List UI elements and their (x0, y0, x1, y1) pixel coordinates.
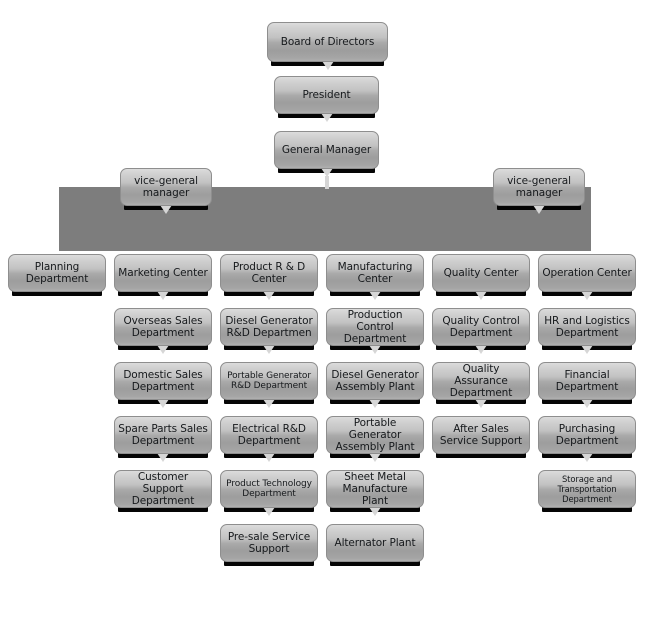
connector-arrow-icon (533, 205, 545, 214)
node-electrical-randd-department[interactable]: Electrical R&D Department (220, 416, 318, 454)
node-domestic-sales-department[interactable]: Domestic Sales Department (114, 362, 212, 400)
org-chart: Board of Directors President General Manag… (0, 0, 650, 618)
node-label: Product Technology Department (226, 478, 312, 500)
node-financial-department[interactable]: Financial Department (538, 362, 636, 400)
node-manufacturing-center[interactable]: Manufacturing Center (326, 254, 424, 292)
node-quality-control-department[interactable]: Quality Control Department (432, 308, 530, 346)
node-gm[interactable]: General Manager (274, 131, 379, 169)
connector-arrow-icon (320, 113, 333, 122)
connector-arrow-icon (475, 291, 487, 300)
node-label: Operation Center (542, 267, 632, 279)
connector-arrow-icon (157, 291, 169, 300)
node-label: Overseas Sales Department (123, 315, 203, 339)
node-label: Portable Generator Assembly Plant (335, 417, 415, 453)
connector-arrow-icon (369, 345, 381, 354)
node-customer-support-department[interactable]: Customer Support Department (114, 470, 212, 508)
connector-stem (324, 176, 329, 189)
node-product-technology-department[interactable]: Product Technology Department (220, 470, 318, 508)
node-planning-department[interactable]: Planning Department (8, 254, 106, 292)
node-label: Quality Assurance Department (449, 363, 513, 399)
connector-arrow-icon (369, 507, 381, 516)
node-label: vice-general manager (134, 175, 198, 199)
node-storage-and-transportation-department[interactable]: Storage and Transportation Department (538, 470, 636, 508)
connector-arrow-icon (321, 61, 334, 70)
node-portable-generator-randd-department[interactable]: Portable Generator R&D Department (220, 362, 318, 400)
node-pre-sale-service-support[interactable]: Pre-sale Service Support (220, 524, 318, 562)
node-after-sales-service-support[interactable]: After Sales Service Support (432, 416, 530, 454)
node-pres[interactable]: President (274, 76, 379, 114)
node-diesel-generator-assembly-plant[interactable]: Diesel Generator Assembly Plant (326, 362, 424, 400)
node-purchasing-department[interactable]: Purchasing Department (538, 416, 636, 454)
connector-arrow-icon (475, 345, 487, 354)
connector-arrow-icon (581, 399, 593, 408)
node-diesel-generator-randd-departmen[interactable]: Diesel Generator R&D Departmen (220, 308, 318, 346)
node-label: Marketing Center (118, 267, 208, 279)
node-quality-center[interactable]: Quality Center (432, 254, 530, 292)
node-label: Sheet Metal Manufacture Plant (342, 471, 408, 507)
connector-arrow-icon (581, 453, 593, 462)
connector-arrow-icon (369, 399, 381, 408)
connector-arrow-icon (263, 399, 275, 408)
connector-arrow-icon (369, 291, 381, 300)
connector-arrow-icon (157, 453, 169, 462)
connector-arrow-icon (160, 205, 172, 214)
node-sheet-metal-manufacture-plant[interactable]: Sheet Metal Manufacture Plant (326, 470, 424, 508)
node-production-control-department[interactable]: Production Control Department (326, 308, 424, 346)
connector-arrow-icon (263, 507, 275, 516)
connector-arrow-icon (475, 399, 487, 408)
node-portable-generator-assembly-plant[interactable]: Portable Generator Assembly Plant (326, 416, 424, 454)
connector-arrow-icon (263, 345, 275, 354)
connector-arrow-icon (581, 291, 593, 300)
node-label: Customer Support Department (131, 471, 195, 507)
connector-arrow-icon (157, 345, 169, 354)
node-vgm-right[interactable]: vice-general manager (493, 168, 585, 206)
node-label: Storage and Transportation Department (557, 474, 617, 504)
node-label: Diesel Generator R&D Departmen (225, 315, 313, 339)
node-label: Purchasing Department (555, 423, 619, 447)
node-label: vice-general manager (507, 175, 571, 199)
node-label: Quality Control Department (442, 315, 520, 339)
node-label: General Manager (281, 144, 372, 156)
node-quality-assurance-department[interactable]: Quality Assurance Department (432, 362, 530, 400)
node-product-r-and-d-center[interactable]: Product R & D Center (220, 254, 318, 292)
connector-arrow-icon (581, 345, 593, 354)
node-label: After Sales Service Support (439, 423, 523, 447)
connector-arrow-icon (369, 453, 381, 462)
node-alternator-plant[interactable]: Alternator Plant (326, 524, 424, 562)
node-overseas-sales-department[interactable]: Overseas Sales Department (114, 308, 212, 346)
node-label: Spare Parts Sales Department (118, 423, 208, 447)
node-hr-and-logistics-department[interactable]: HR and Logistics Department (538, 308, 636, 346)
node-marketing-center[interactable]: Marketing Center (114, 254, 212, 292)
connector-arrow-icon (263, 453, 275, 462)
node-label: President (302, 89, 351, 101)
node-label: Financial Department (555, 369, 619, 393)
connector-arrow-icon (263, 291, 275, 300)
node-label: Manufacturing Center (337, 261, 413, 285)
node-label: HR and Logistics Department (544, 315, 630, 339)
node-label: Alternator Plant (334, 537, 416, 549)
node-label: Portable Generator R&D Department (227, 370, 311, 392)
node-vgm-left[interactable]: vice-general manager (120, 168, 212, 206)
node-label: Quality Center (443, 267, 519, 279)
node-label: Domestic Sales Department (123, 369, 203, 393)
node-label: Electrical R&D Department (232, 423, 306, 447)
node-label: Planning Department (25, 261, 89, 285)
node-label: Production Control Department (343, 309, 407, 345)
node-operation-center[interactable]: Operation Center (538, 254, 636, 292)
node-label: Product R & D Center (232, 261, 306, 285)
node-label: Pre-sale Service Support (227, 531, 311, 555)
node-spare-parts-sales-department[interactable]: Spare Parts Sales Department (114, 416, 212, 454)
node-label: Board of Directors (280, 36, 375, 48)
node-label: Diesel Generator Assembly Plant (331, 369, 419, 393)
connector-arrow-icon (157, 399, 169, 408)
node-board[interactable]: Board of Directors (267, 22, 388, 62)
